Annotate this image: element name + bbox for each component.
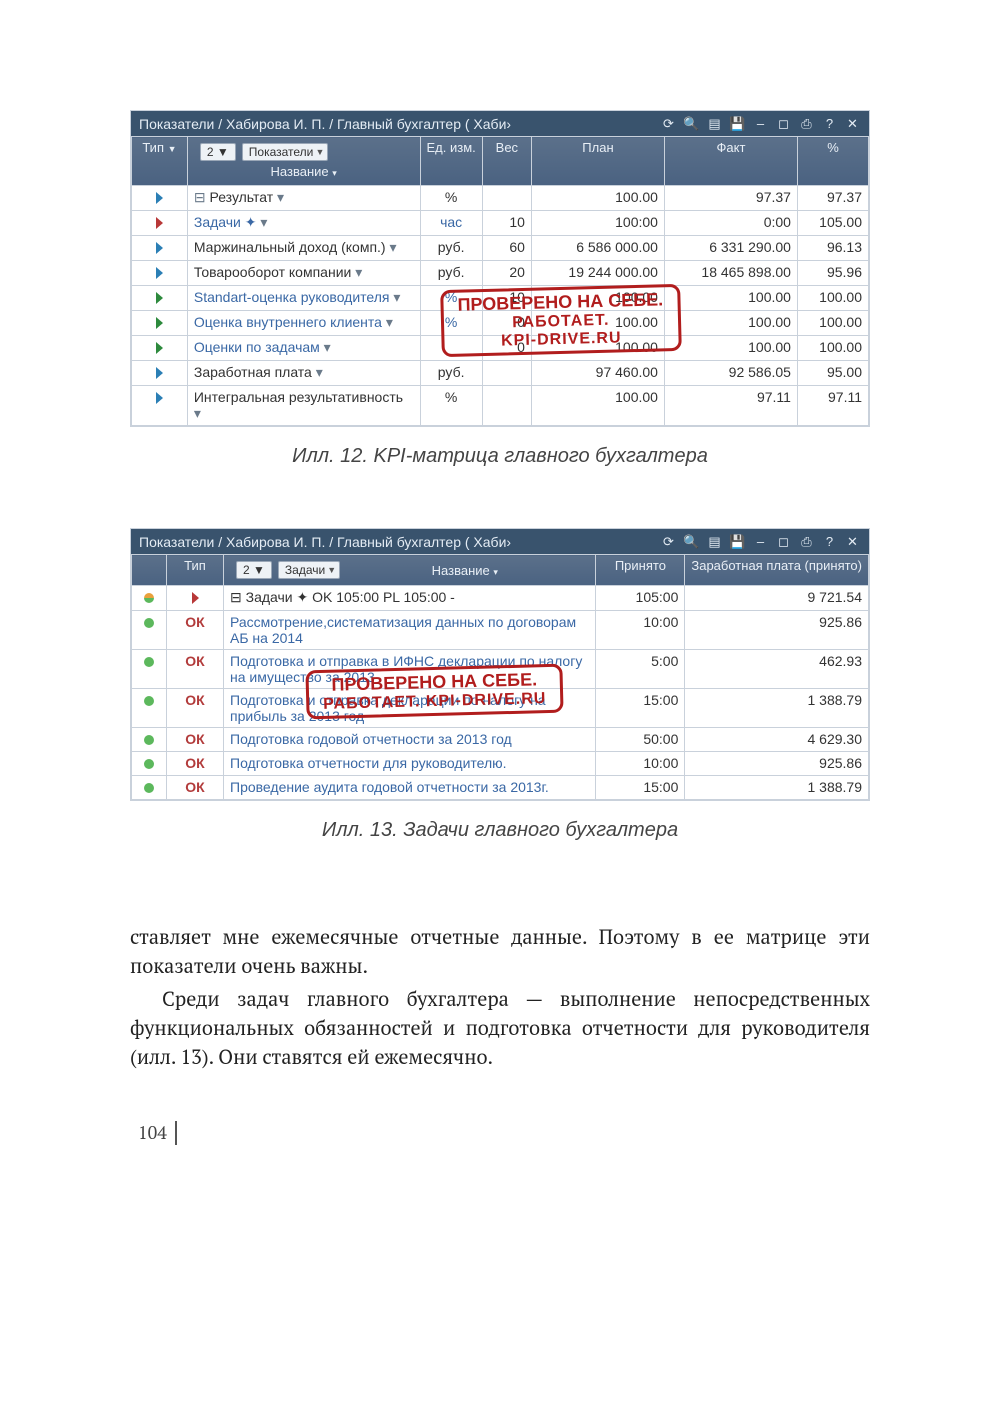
table-row[interactable]: Standart-оценка руководителя ▾%10100.001…: [132, 286, 869, 311]
type-select[interactable]: Задачи: [278, 561, 340, 579]
arrow-icon: [156, 367, 163, 379]
col-pay[interactable]: Заработная плата (принято): [685, 555, 869, 586]
table-icon[interactable]: ▤: [706, 115, 723, 132]
col-unit[interactable]: Ед. изм.: [420, 137, 482, 186]
close-icon[interactable]: ✕: [844, 533, 861, 550]
status-dot: [144, 618, 154, 628]
figure-12-caption: Илл. 12. KPI-матрица главного бухгалтера: [130, 445, 870, 468]
arrow-icon: [156, 217, 163, 229]
table-row[interactable]: ОКПодготовка и отправка в ИФНС деклараци…: [132, 650, 869, 689]
figure-13-caption: Илл. 13. Задачи главного бухгалтера: [130, 819, 870, 842]
arrow-icon: [156, 392, 163, 404]
refresh-icon[interactable]: ⟳: [660, 533, 677, 550]
refresh-icon[interactable]: ⟳: [660, 115, 677, 132]
table-row[interactable]: ⊟ Задачи ✦ OK 105:00 PL 105:00 -105:009 …: [132, 586, 869, 611]
print-icon[interactable]: ⎙: [798, 115, 815, 132]
window-title: Показатели / Хабирова И. П. / Главный бу…: [139, 534, 654, 550]
table-row[interactable]: Оценки по задачам ▾0100.00100.00100.00: [132, 336, 869, 361]
help-icon[interactable]: ?: [821, 115, 838, 132]
paragraph-1: ставляет мне ежемесячные отчетные данные…: [130, 922, 870, 980]
col-name[interactable]: 2 ▼ Показатели Название ▾: [187, 137, 420, 186]
titlebar: Показатели / Хабирова И. П. / Главный бу…: [131, 111, 869, 136]
paragraph-2: Среди задач главного бухгалтера — выполн…: [130, 984, 870, 1071]
table-row[interactable]: ⊟ Результат ▾%100.0097.3797.37: [132, 186, 869, 211]
col-tip[interactable]: Тип: [167, 555, 224, 586]
page-number: 104: [130, 1121, 177, 1145]
arrow-icon: [156, 267, 163, 279]
status-dot: [144, 759, 154, 769]
table-icon[interactable]: ▤: [706, 533, 723, 550]
col-tip[interactable]: Тип ▼: [132, 137, 188, 186]
col-fact[interactable]: Факт: [664, 137, 797, 186]
tasks-table: Тип 2 ▼ Задачи Название ▾ Принято Зарабо…: [131, 554, 869, 800]
table-row[interactable]: Интегральная результативность ▾%100.0097…: [132, 386, 869, 426]
titlebar: Показатели / Хабирова И. П. / Главный бу…: [131, 529, 869, 554]
arrow-icon: [192, 592, 199, 604]
status-dot: [144, 696, 154, 706]
search-icon[interactable]: 🔍: [683, 533, 700, 550]
kpi-table: Тип ▼ 2 ▼ Показатели Название ▾ Ед. изм.…: [131, 136, 869, 426]
table-row[interactable]: Задачи ✦ ▾час10100:000:00105.00: [132, 211, 869, 236]
level-select[interactable]: 2 ▼: [200, 143, 236, 161]
table-row[interactable]: ОКРассмотрение,систематизация данных по …: [132, 611, 869, 650]
table-row[interactable]: Товарооборот компании ▾руб.2019 244 000.…: [132, 261, 869, 286]
table-row[interactable]: ОКПодготовка отчетности для руководителю…: [132, 752, 869, 776]
table-row[interactable]: ОКПодготовка годовой отчетности за 2013 …: [132, 728, 869, 752]
window-title: Показатели / Хабирова И. П. / Главный бу…: [139, 116, 654, 132]
table-row[interactable]: Заработная плата ▾руб.97 460.0092 586.05…: [132, 361, 869, 386]
col-accepted[interactable]: Принято: [596, 555, 685, 586]
close-icon[interactable]: ✕: [844, 115, 861, 132]
minimize-icon[interactable]: –: [752, 115, 769, 132]
save-icon[interactable]: 💾: [729, 533, 746, 550]
kpi-window: Показатели / Хабирова И. П. / Главный бу…: [130, 110, 870, 427]
level-select[interactable]: 2 ▼: [236, 561, 272, 579]
status-dot: [144, 783, 154, 793]
status-dot: [144, 593, 154, 603]
col-plan[interactable]: План: [531, 137, 664, 186]
restore-icon[interactable]: ◻: [775, 533, 792, 550]
restore-icon[interactable]: ◻: [775, 115, 792, 132]
arrow-icon: [156, 192, 163, 204]
status-dot: [144, 735, 154, 745]
arrow-icon: [156, 242, 163, 254]
help-icon[interactable]: ?: [821, 533, 838, 550]
col-name[interactable]: 2 ▼ Задачи Название ▾: [224, 555, 596, 586]
arrow-icon: [156, 342, 163, 354]
minimize-icon[interactable]: –: [752, 533, 769, 550]
save-icon[interactable]: 💾: [729, 115, 746, 132]
status-dot: [144, 657, 154, 667]
table-row[interactable]: Оценка внутреннего клиента ▾%0100.00100.…: [132, 311, 869, 336]
col-pct[interactable]: %: [797, 137, 868, 186]
col-status-dot[interactable]: [132, 555, 167, 586]
table-row[interactable]: ОКПроведение аудита годовой отчетности з…: [132, 776, 869, 800]
arrow-icon: [156, 292, 163, 304]
arrow-icon: [156, 317, 163, 329]
table-row[interactable]: ОКПодготовка и отправка декларации по на…: [132, 689, 869, 728]
tasks-window: Показатели / Хабирова И. П. / Главный бу…: [130, 528, 870, 801]
search-icon[interactable]: 🔍: [683, 115, 700, 132]
table-row[interactable]: Маржинальный доход (комп.) ▾руб.606 586 …: [132, 236, 869, 261]
col-weight[interactable]: Вес: [482, 137, 531, 186]
print-icon[interactable]: ⎙: [798, 533, 815, 550]
type-select[interactable]: Показатели: [242, 143, 329, 161]
